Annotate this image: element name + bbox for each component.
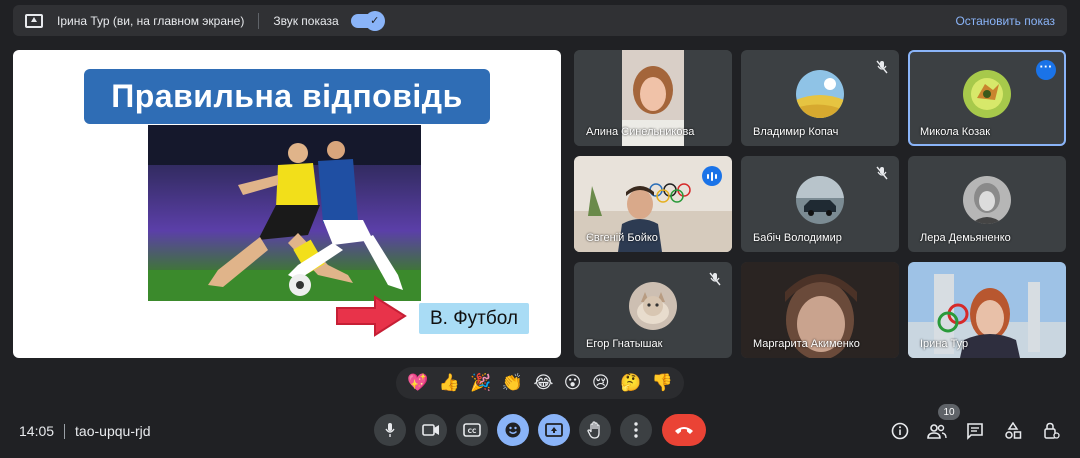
- more-vert-icon: [634, 422, 638, 438]
- present-now-button[interactable]: [538, 414, 570, 446]
- microphone-icon: [385, 423, 395, 437]
- hang-up-icon: [675, 427, 693, 434]
- chat-icon: [967, 423, 983, 440]
- raise-hand-button[interactable]: [579, 414, 611, 446]
- participant-name: Микола Козак: [920, 126, 991, 138]
- present-screen-icon: [545, 423, 563, 437]
- emoji-icon: [505, 422, 521, 438]
- avatar: [963, 70, 1011, 118]
- thumbs-up-reaction[interactable]: 👍: [439, 373, 460, 393]
- participant-tile[interactable]: Маргарита Акименко: [741, 262, 899, 358]
- more-options-icon[interactable]: ···: [1036, 60, 1056, 80]
- reactions-bar: 💖 👍 🎉 👏 😂 😮 😢 🤔 👎: [396, 367, 684, 399]
- host-controls-button[interactable]: [1041, 421, 1061, 441]
- participant-name: Ірина Тур: [920, 338, 969, 350]
- divider: [258, 12, 260, 29]
- participant-tile[interactable]: Євгеній Бойко: [574, 156, 732, 252]
- presenter-label: Ірина Тур (ви, на главном экране): [57, 13, 245, 28]
- meeting-code: tao-upqu-rjd: [75, 423, 151, 439]
- participant-name: Владимир Копач: [753, 126, 839, 138]
- participant-name: Євгеній Бойко: [586, 232, 658, 244]
- surprised-reaction[interactable]: 😮: [564, 373, 582, 393]
- avatar: [629, 282, 677, 330]
- activities-icon: [1005, 422, 1022, 439]
- avatar: [796, 70, 844, 118]
- clapping-reaction[interactable]: 👏: [502, 373, 523, 393]
- participants-count-badge: 10: [938, 404, 960, 420]
- participant-name: Егор Гнатышак: [586, 338, 663, 350]
- chat-button[interactable]: [965, 421, 985, 441]
- captions-button[interactable]: CC: [456, 414, 488, 446]
- mic-off-icon: [709, 272, 721, 286]
- divider: [64, 423, 66, 439]
- avatar: [963, 176, 1011, 224]
- stop-presenting-button[interactable]: Остановить показ: [955, 14, 1055, 28]
- presentation-slide: Правильна відповідь В. Футбол: [13, 50, 561, 358]
- mic-off-icon: [876, 166, 888, 180]
- thinking-reaction[interactable]: 🤔: [620, 373, 641, 393]
- participant-name: Маргарита Акименко: [753, 338, 860, 350]
- sound-label: Звук показа: [273, 13, 339, 28]
- laughing-reaction[interactable]: 😂: [533, 373, 553, 393]
- participant-tile[interactable]: Ірина Тур: [908, 262, 1066, 358]
- svg-text:CC: CC: [468, 428, 477, 435]
- participant-name: Лера Демьяненко: [920, 232, 1011, 244]
- thumbs-down-reaction[interactable]: 👎: [652, 373, 673, 393]
- participant-tile[interactable]: Егор Гнатышак: [574, 262, 732, 358]
- participant-tile[interactable]: Бабіч Володимир: [741, 156, 899, 252]
- people-button[interactable]: [927, 421, 947, 441]
- football-photo: [148, 125, 421, 301]
- sound-toggle[interactable]: ✓: [350, 10, 385, 31]
- activities-button[interactable]: [1003, 421, 1023, 441]
- people-icon: [927, 424, 947, 439]
- sad-reaction[interactable]: 😢: [592, 373, 610, 393]
- camera-icon: [422, 424, 439, 436]
- info-icon: [891, 422, 909, 440]
- more-options-button[interactable]: [620, 414, 652, 446]
- hand-icon: [587, 421, 600, 439]
- meeting-info: 14:05 tao-upqu-rjd: [19, 423, 151, 439]
- participant-tile-active[interactable]: ··· Микола Козак: [908, 50, 1066, 146]
- participant-tile[interactable]: Алина Синельникова: [574, 50, 732, 146]
- meeting-time: 14:05: [19, 423, 55, 439]
- party-popper-reaction[interactable]: 🎉: [470, 373, 491, 393]
- participant-tile[interactable]: Лера Демьяненко: [908, 156, 1066, 252]
- arrow-right-icon: [336, 295, 407, 337]
- lock-person-icon: [1044, 422, 1060, 439]
- mic-off-icon: [876, 60, 888, 74]
- emoji-reactions-button[interactable]: [497, 414, 529, 446]
- meeting-details-button[interactable]: [890, 421, 910, 441]
- microphone-button[interactable]: [374, 414, 406, 446]
- captions-icon: CC: [463, 423, 481, 437]
- sparkling-heart-reaction[interactable]: 💖: [407, 373, 428, 393]
- participant-name: Алина Синельникова: [586, 126, 695, 138]
- presenting-bar: Ірина Тур (ви, на главном экране) Звук п…: [13, 5, 1067, 36]
- speaking-indicator-icon: [702, 166, 722, 186]
- avatar: [796, 176, 844, 224]
- participant-tile[interactable]: Владимир Копач: [741, 50, 899, 146]
- check-icon: ✓: [364, 10, 385, 31]
- camera-button[interactable]: [415, 414, 447, 446]
- leave-call-button[interactable]: [662, 414, 706, 446]
- present-screen-icon: [25, 13, 43, 28]
- answer-label: В. Футбол: [419, 303, 529, 334]
- slide-title: Правильна відповідь: [84, 69, 490, 124]
- participant-name: Бабіч Володимир: [753, 232, 842, 244]
